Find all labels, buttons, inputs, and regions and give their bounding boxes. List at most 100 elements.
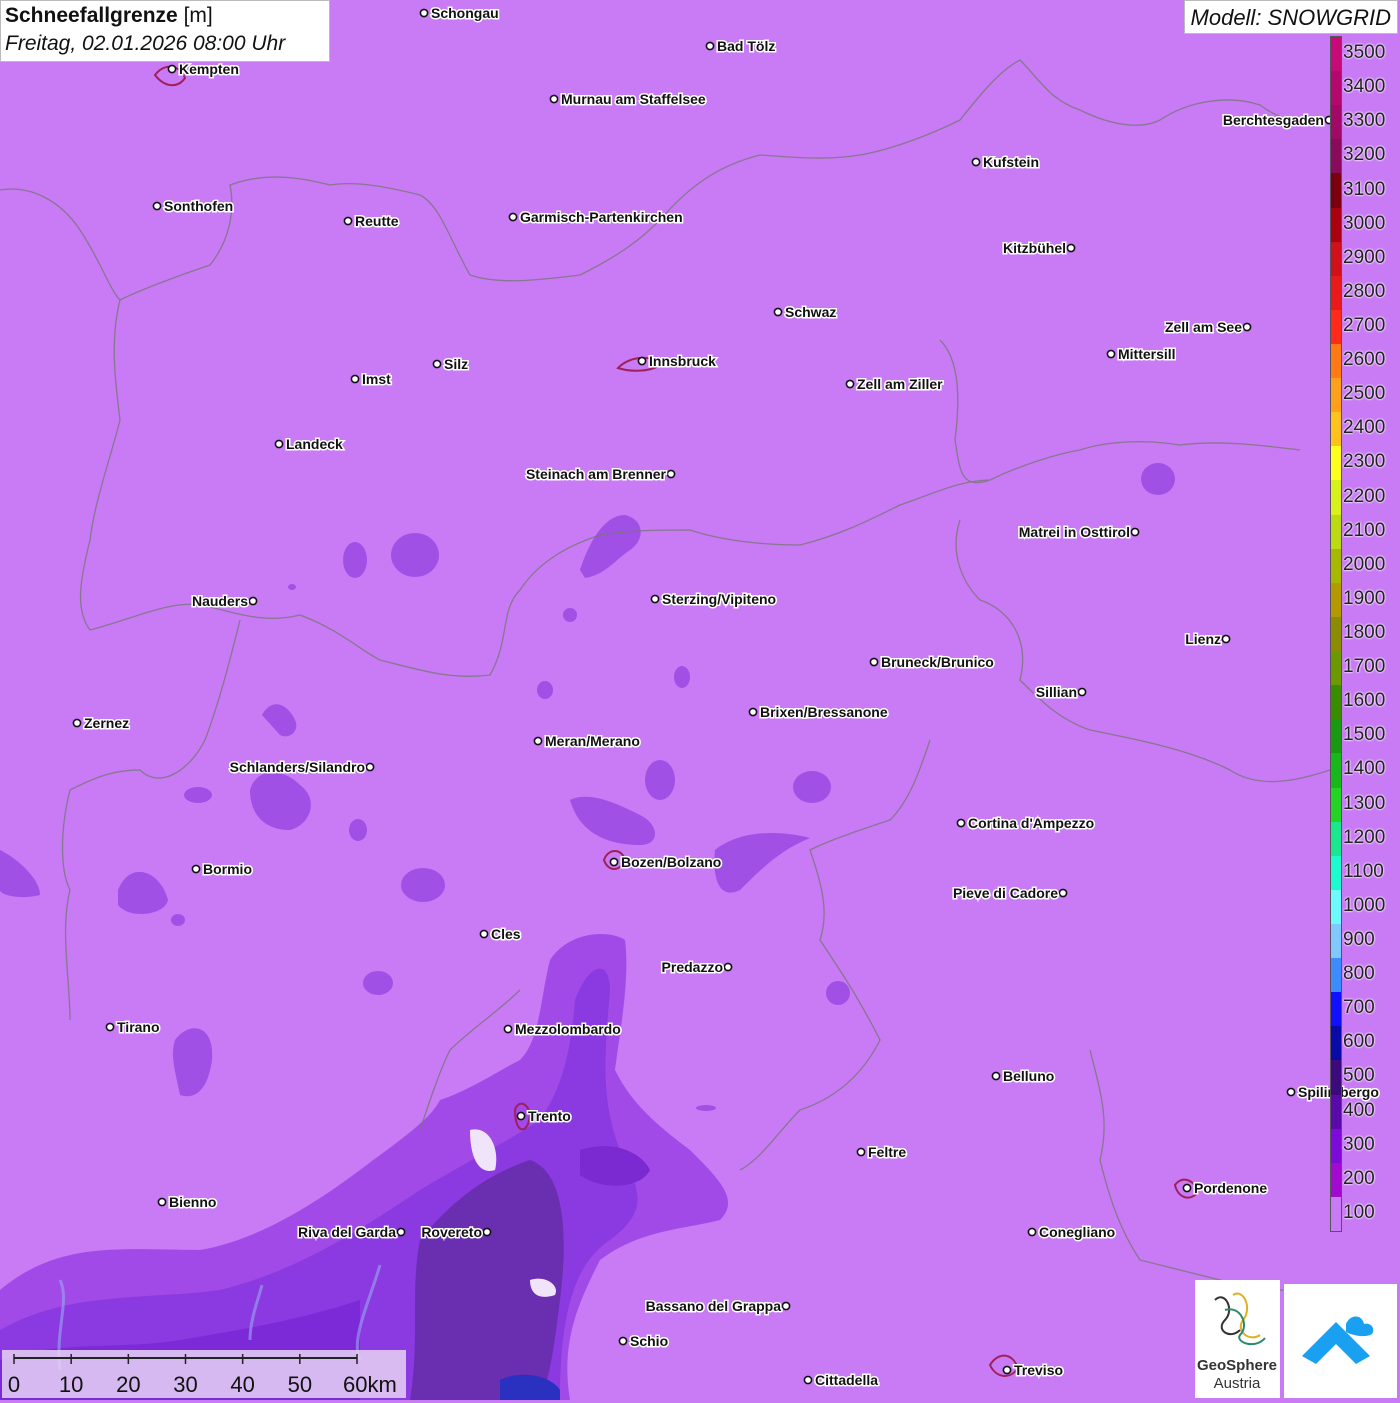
city-label: Cortina d'Ampezzo [968, 815, 1094, 831]
city-label: Bassano del Grappa [646, 1298, 782, 1314]
city-label: Mezzolombardo [515, 1021, 621, 1037]
city-dot [152, 201, 162, 211]
city-dot [482, 1227, 492, 1237]
city-label: Matrei in Osttirol [1019, 524, 1130, 540]
legend-label: 400 [1343, 1099, 1375, 1121]
city-marker: Schongau [419, 4, 500, 23]
city-marker: Bassano del Grappa [644, 1297, 791, 1316]
scale-tick-label: 30 [173, 1372, 197, 1397]
city-label: Zell am Ziller [857, 376, 943, 392]
legend-label: 800 [1343, 963, 1375, 985]
legend-label: 200 [1343, 1167, 1375, 1189]
legend-label: 1200 [1343, 826, 1386, 848]
legend-label: 2200 [1343, 485, 1386, 507]
city-dot [666, 469, 676, 479]
legend-label: 2600 [1343, 349, 1386, 371]
city-dot [419, 8, 429, 18]
city-label: Kempten [179, 61, 239, 77]
city-label: Sillian [1036, 684, 1077, 700]
city-dot [723, 962, 733, 972]
scale-tick-label: 50 [288, 1372, 312, 1397]
city-marker: Zell am See [1163, 318, 1252, 337]
city-label: Bormio [203, 861, 252, 877]
legend-swatch [1331, 412, 1341, 447]
legend-swatch [1331, 37, 1341, 72]
legend-label: 900 [1343, 929, 1375, 951]
scale-bar-graphic: 0 10 20 30 40 50 60km [8, 1354, 397, 1397]
legend-swatch [1331, 1094, 1341, 1130]
city-dot [956, 818, 966, 828]
legend-label: 2900 [1343, 246, 1386, 268]
city-label: Tirano [117, 1019, 160, 1035]
legend-swatch [1331, 139, 1341, 174]
city-dot [637, 356, 647, 366]
scale-tick-label: 20 [116, 1372, 140, 1397]
city-label: Zell am See [1165, 319, 1242, 335]
city-dot [1286, 1087, 1296, 1097]
legend-swatch [1331, 787, 1341, 823]
city-marker: Garmisch-Partenkirchen [508, 208, 684, 227]
legend-swatch [1331, 378, 1341, 413]
city-dot [1130, 527, 1140, 537]
city-marker: Murnau am Staffelsee [549, 90, 707, 109]
legend-swatch [1331, 1196, 1341, 1232]
city-marker: Kufstein [971, 153, 1041, 172]
city-marker: Schlanders/Silandro [228, 758, 375, 777]
legend-label: 2000 [1343, 553, 1386, 575]
legend-swatch [1331, 173, 1341, 209]
legend-swatch [1331, 514, 1341, 550]
city-marker: Brixen/Bressanone [748, 703, 889, 722]
city-label: Schio [630, 1333, 668, 1349]
city-marker: Sonthofen [152, 197, 235, 216]
legend-label: 1300 [1343, 792, 1386, 814]
city-marker: Predazzo [660, 958, 733, 977]
legend-swatch [1331, 1128, 1341, 1164]
city-dot [191, 864, 201, 874]
legend-swatch [1331, 582, 1341, 618]
scale-bar-ticks: 0 10 20 30 40 50 60km [8, 1354, 397, 1397]
city-marker: Pordenone [1182, 1179, 1269, 1198]
city-label: Nauders [192, 593, 248, 609]
snowgrid-logo-icon [1302, 1316, 1374, 1364]
legend-swatch [1331, 1162, 1341, 1198]
city-label: Sonthofen [164, 198, 233, 214]
city-dot [1077, 687, 1087, 697]
scale-tick-label: 10 [59, 1372, 83, 1397]
geosphere-logo: GeoSphere Austria [1195, 1280, 1280, 1398]
legend-label: 3500 [1343, 42, 1386, 64]
city-marker: Steinach am Brenner [524, 465, 676, 484]
city-marker: Cittadella [803, 1371, 880, 1390]
city-dot [781, 1301, 791, 1311]
legend-label: 2800 [1343, 280, 1386, 302]
city-label: Garmisch-Partenkirchen [520, 209, 683, 225]
city-marker: Bozen/Bolzano [609, 853, 723, 872]
city-marker: Cortina d'Ampezzo [956, 814, 1096, 833]
city-label: Treviso [1014, 1362, 1063, 1378]
city-marker: Meran/Merano [533, 732, 641, 751]
legend-label: 1900 [1343, 587, 1386, 609]
legend-label: 2700 [1343, 314, 1386, 336]
legend-swatch [1331, 821, 1341, 857]
city-dot [343, 216, 353, 226]
legend-label: 1700 [1343, 656, 1386, 678]
city-label: Trento [528, 1108, 571, 1124]
map-unit: [m] [183, 4, 213, 27]
legend-swatch [1331, 1026, 1341, 1061]
city-label: Bienno [169, 1194, 216, 1210]
city-dot [748, 707, 758, 717]
model-label: Modell: SNOWGRID [1183, 0, 1398, 34]
legend-swatch [1331, 753, 1341, 788]
legend-swatch [1331, 275, 1341, 311]
city-label: Feltre [868, 1144, 906, 1160]
city-label: Riva del Garda [298, 1224, 396, 1240]
legend-swatch [1331, 344, 1341, 379]
city-label: Predazzo [662, 959, 723, 975]
map-canvas[interactable]: Schongau Bad Tölz Kempten Murnau am Staffel… [0, 0, 1400, 1400]
city-dot [516, 1111, 526, 1121]
city-dot [856, 1147, 866, 1157]
city-label: Schlanders/Silandro [230, 759, 365, 775]
city-dot [1242, 322, 1252, 332]
legend-label: 3300 [1343, 110, 1386, 132]
city-label: Reutte [355, 213, 399, 229]
geosphere-logo-icon: GeoSphere Austria [1197, 1292, 1277, 1392]
